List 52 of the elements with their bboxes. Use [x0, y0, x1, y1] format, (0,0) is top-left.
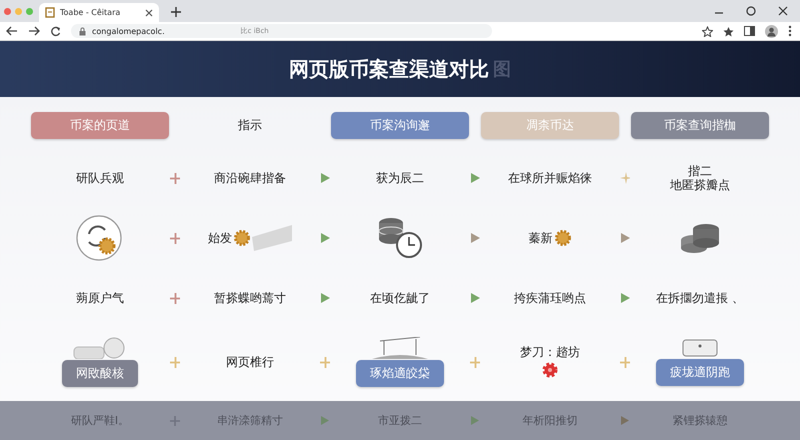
back-icon[interactable] — [6, 26, 18, 36]
close-icon[interactable] — [145, 8, 153, 16]
step-text: 始发 — [208, 230, 232, 246]
label-pill: 琢焰適皎柋 — [356, 360, 444, 387]
step-text: 研队严鞋I。 — [70, 413, 130, 428]
stand-drawing — [370, 337, 430, 359]
new-tab-icon[interactable] — [171, 7, 181, 17]
column-header-pill: 币案沟询邂 — [331, 112, 469, 138]
step-text: 暂搽蝶哟蔫寸 — [214, 290, 286, 306]
star-icon[interactable] — [723, 26, 734, 36]
step-text: 研队兵观 — [76, 170, 124, 186]
step-text: 市亚拨二 — [378, 413, 422, 428]
browser-tab[interactable]: Toabe - Cêitara — [39, 3, 159, 22]
label-pill: 疲垅適阴跑 — [656, 359, 744, 386]
step-text: 获为辰二 — [376, 170, 424, 186]
forward-icon[interactable] — [28, 26, 40, 36]
step-text: 地匿搽瓣点 — [670, 178, 730, 192]
step-text: 揩二 — [688, 164, 712, 178]
coin-icon — [554, 229, 572, 247]
monitor-icon — [682, 338, 718, 358]
step-text: 串浒滦筛精寸 — [217, 413, 283, 428]
coin-stack-icon — [679, 223, 721, 253]
document-icon — [45, 7, 55, 18]
step-text: 在拆攌勿遣掁 、 — [656, 290, 744, 306]
close-window-icon[interactable] — [4, 8, 11, 14]
reload-icon[interactable] — [50, 26, 61, 36]
step-text: 年析阳推切 — [522, 413, 578, 428]
sidebar-icon[interactable] — [744, 26, 755, 36]
column-header: 指示 — [238, 116, 262, 134]
step-text: 挎疾蒲珏哟点 — [514, 290, 586, 306]
gear-icon — [541, 360, 559, 379]
coin-icon — [233, 229, 251, 247]
column-header-pill: 币案查询揩枷 — [631, 112, 769, 138]
bookmark-star-icon[interactable] — [702, 26, 713, 36]
step-text: 紧锂搽辕憩 — [672, 413, 728, 428]
ribbon-drawing — [252, 225, 292, 251]
step-text: 蒴原户气 — [76, 290, 124, 306]
lock-icon — [79, 26, 86, 36]
step-text: 梦刀：趦坊 — [520, 345, 580, 360]
avatar-icon[interactable] — [765, 24, 778, 38]
column-header-pill: 凋柰币达 — [481, 112, 619, 138]
step-text: 在顷仡龇了 — [370, 290, 430, 306]
page-title: 网页版币案查渠道对比 — [289, 56, 489, 82]
menu-icon[interactable] — [788, 25, 792, 37]
step-text: 在球所并赈焰徕 — [508, 170, 592, 186]
restore-icon[interactable] — [746, 6, 756, 16]
column-header-pill: 币案的页道 — [31, 112, 169, 138]
close-icon[interactable] — [778, 6, 788, 16]
step-text: 蓁新 — [528, 230, 552, 246]
step-text: 网页椎行 — [226, 354, 274, 370]
step-text: 商沿碗肆揩备 — [214, 170, 286, 186]
label-pill: 网敃酸核 — [62, 360, 138, 387]
